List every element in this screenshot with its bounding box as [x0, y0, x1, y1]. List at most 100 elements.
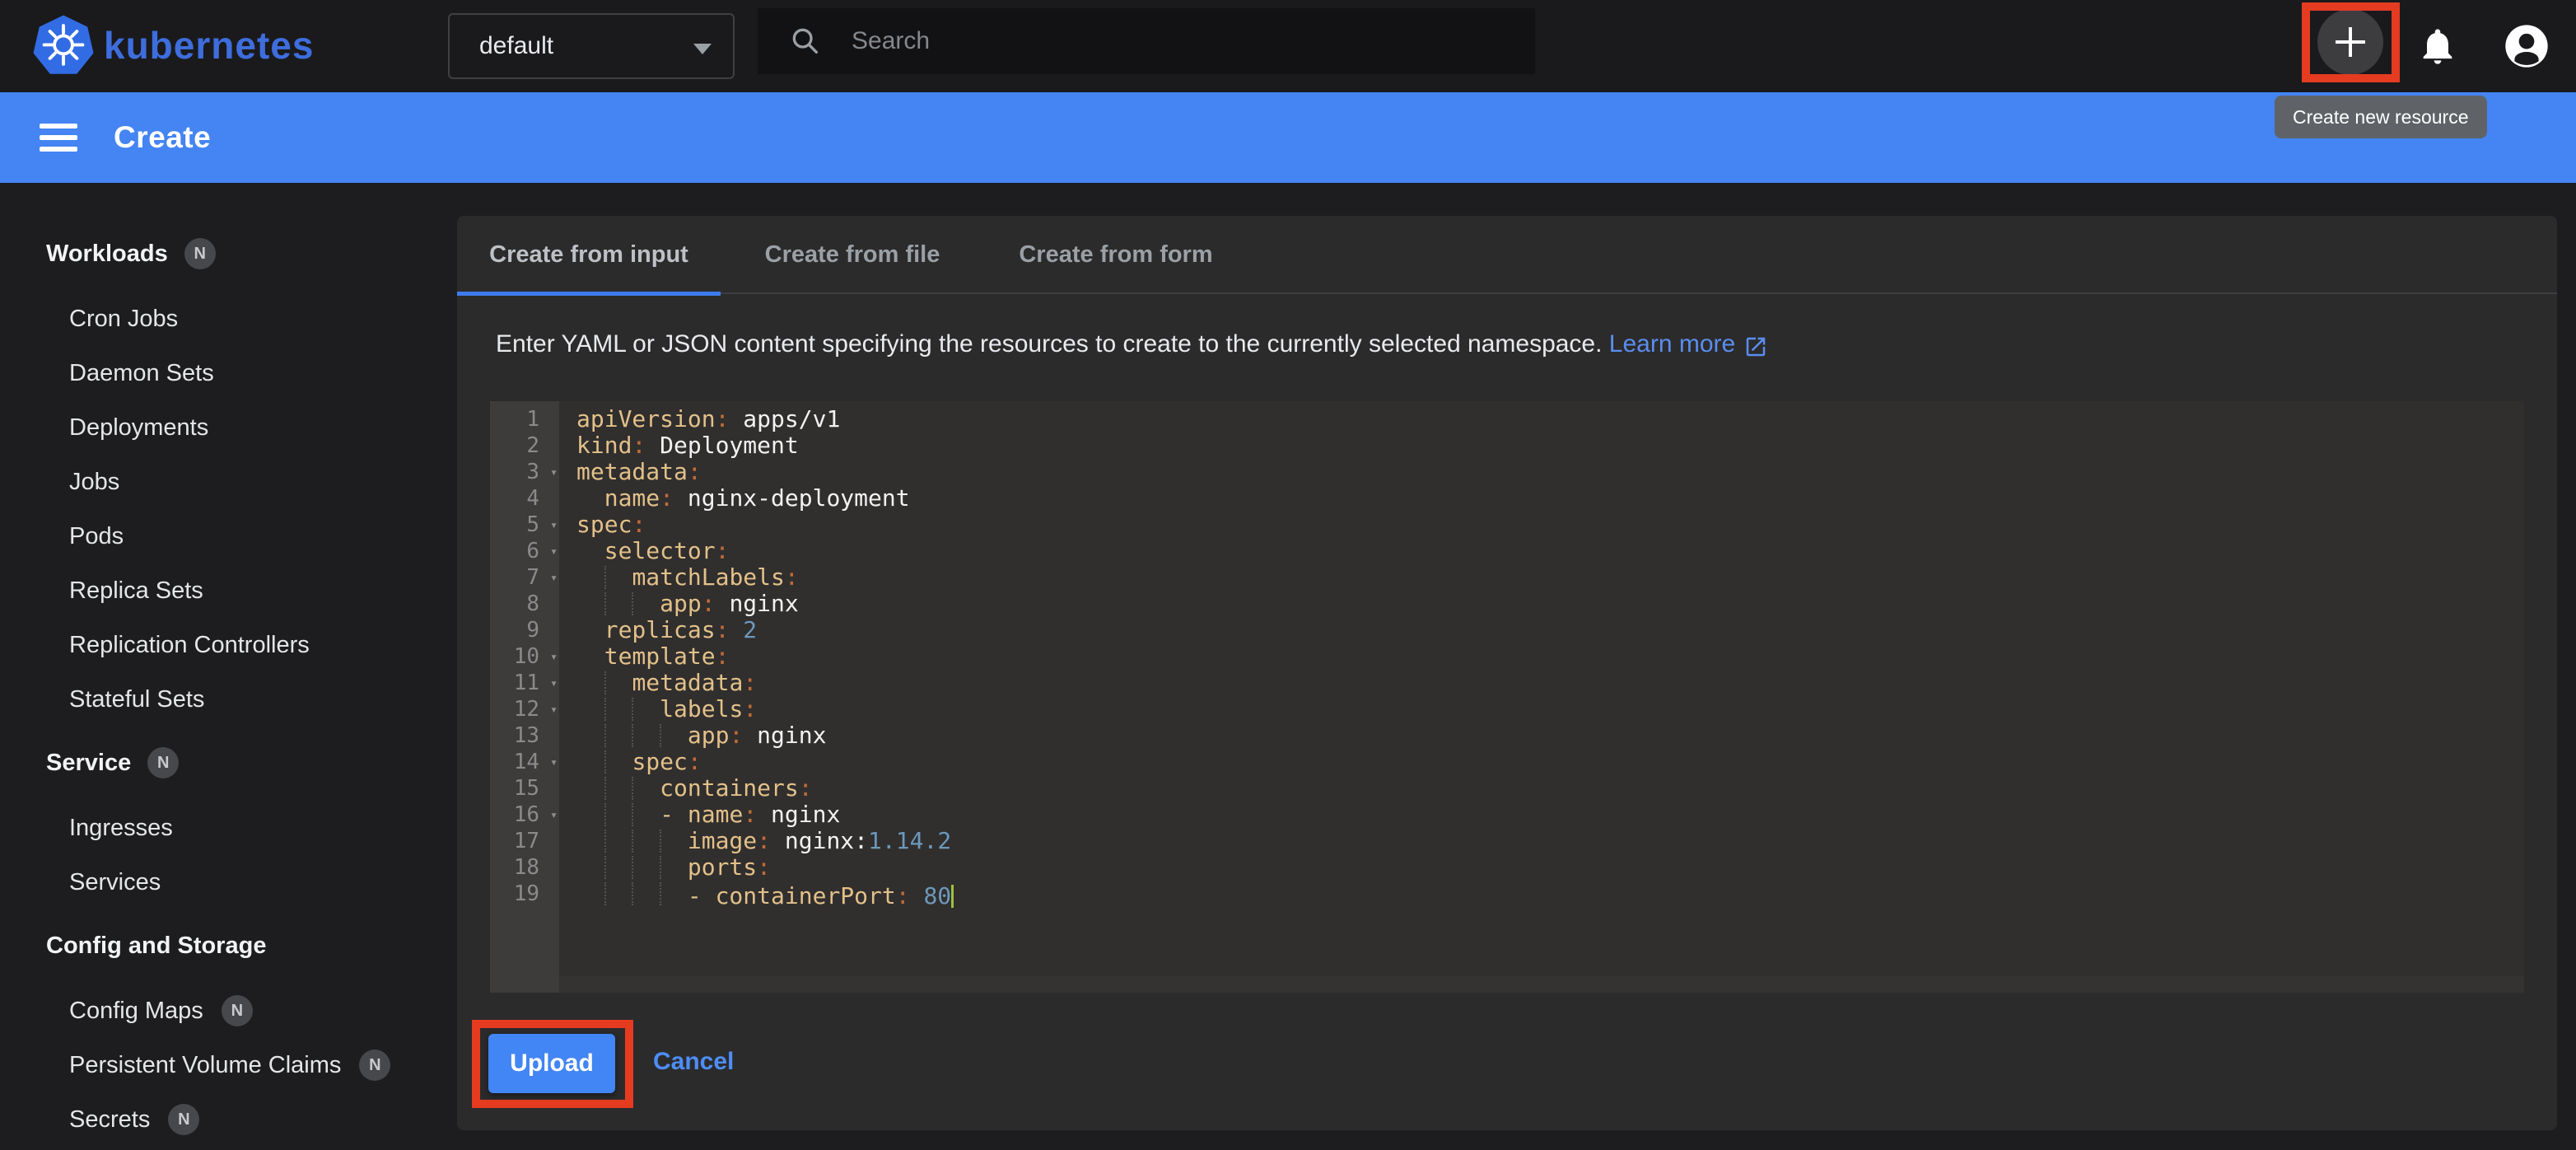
line-number: 19 — [490, 881, 559, 907]
sidebar-group-items: Config MapsN Persistent Volume Claims N Sec… — [0, 984, 457, 1147]
editor-description: Enter YAML or JSON content specifying th… — [496, 330, 1768, 358]
upload-button[interactable]: Upload — [488, 1034, 615, 1093]
indent-guide — [604, 830, 606, 853]
sidebar-item-ingresses[interactable]: Ingresses — [0, 801, 457, 855]
fold-arrow-icon[interactable]: ▾ — [550, 749, 558, 775]
sidebar-item-label: Ingresses — [69, 815, 173, 842]
learn-more-link[interactable]: Learn more — [1609, 330, 1768, 358]
fold-arrow-icon[interactable]: ▾ — [550, 512, 558, 538]
sidebar-item-replication-controllers[interactable]: Replication Controllers — [0, 618, 457, 672]
fold-arrow-icon[interactable]: ▾ — [550, 670, 558, 696]
sidebar-item-label: Pods — [69, 523, 124, 550]
search-bar[interactable] — [758, 8, 1535, 74]
search-input[interactable] — [852, 27, 1477, 55]
sidebar-item-replica-sets[interactable]: Replica Sets — [0, 563, 457, 618]
sidebar-group-items: Ingresses Services — [0, 801, 457, 909]
sidebar-item-daemon-sets[interactable]: Daemon Sets — [0, 346, 457, 400]
editor-line: metadata: — [559, 670, 2524, 696]
indent-guide — [604, 724, 606, 747]
line-number: 5▾ — [490, 512, 559, 538]
sidebar-item-secrets[interactable]: SecretsN — [0, 1092, 457, 1147]
editor-line: name: nginx-deployment — [559, 485, 2524, 512]
sidebar-group-service[interactable]: Service N — [0, 738, 457, 788]
sidebar-item-cron-jobs[interactable]: Cron Jobs — [0, 292, 457, 346]
indent-guide — [660, 830, 661, 853]
new-badge: N — [147, 747, 179, 778]
sidebar-item-pods[interactable]: Pods — [0, 509, 457, 563]
indent-guide — [604, 698, 606, 721]
editor-line: ports: — [559, 854, 2524, 881]
fold-arrow-icon[interactable]: ▾ — [550, 696, 558, 722]
sidebar-group-workloads[interactable]: WorkloadsN — [0, 229, 457, 278]
line-number: 9 — [490, 617, 559, 643]
indent-guide — [632, 698, 633, 721]
editor-line: containers: — [559, 775, 2524, 802]
indent-guide — [632, 592, 633, 615]
editor-line: matchLabels: — [559, 564, 2524, 591]
line-number: 10▾ — [490, 643, 559, 670]
sidebar-group-config-and-storage[interactable]: Config and Storage — [0, 921, 457, 970]
line-number: 7▾ — [490, 564, 559, 591]
bell-icon — [2416, 23, 2459, 69]
brand-wordmark[interactable]: kubernetes — [104, 23, 314, 68]
sidebar-item-label: Daemon Sets — [69, 360, 214, 387]
line-number: 6▾ — [490, 538, 559, 564]
cancel-button[interactable]: Cancel — [653, 1032, 734, 1092]
fold-arrow-icon[interactable]: ▾ — [550, 538, 558, 564]
new-badge: N — [359, 1049, 390, 1081]
line-number: 3▾ — [490, 459, 559, 485]
fold-arrow-icon[interactable]: ▾ — [550, 459, 558, 485]
editor-line: kind: Deployment — [559, 432, 2524, 459]
sidebar-group-label: Service — [46, 750, 131, 777]
fold-arrow-icon[interactable]: ▾ — [550, 564, 558, 591]
sidebar-group-label: Workloads — [46, 241, 168, 268]
editor-code: apiVersion: apps/v1kind: Deploymentmetad… — [559, 401, 2524, 993]
sidebar-item-config-maps[interactable]: Config MapsN — [0, 984, 457, 1038]
namespace-selector[interactable]: default — [448, 13, 735, 79]
indent-guide — [604, 882, 606, 905]
editor-line: template: — [559, 643, 2524, 670]
namespace-value: default — [479, 32, 553, 60]
indent-guide — [632, 830, 633, 853]
account-button[interactable] — [2504, 23, 2550, 73]
menu-icon[interactable] — [40, 124, 77, 152]
sidebar-group-label: Config and Storage — [46, 933, 266, 960]
indent-guide — [660, 882, 661, 905]
tab-create-from-file[interactable]: Create from file — [721, 216, 984, 294]
search-icon — [789, 25, 822, 58]
sidebar-item-stateful-sets[interactable]: Stateful Sets — [0, 672, 457, 727]
yaml-editor[interactable]: 123▾45▾6▾7▾8910▾11▾12▾1314▾1516▾171819 a… — [490, 401, 2524, 993]
line-number: 17 — [490, 828, 559, 854]
fold-arrow-icon[interactable]: ▾ — [550, 802, 558, 828]
tab-create-from-form[interactable]: Create from form — [984, 216, 1248, 294]
kubernetes-logo-icon[interactable] — [31, 13, 96, 79]
sidebar-group-items: Cron Jobs Daemon Sets DeploymentsJobs Pods R… — [0, 292, 457, 727]
line-number: 18 — [490, 854, 559, 881]
page-title: Create — [114, 120, 211, 155]
create-card: Create from inputCreate from fileCreate … — [457, 216, 2557, 1130]
fold-arrow-icon[interactable]: ▾ — [550, 643, 558, 670]
topbar: kubernetes default — [0, 0, 2576, 92]
sidebar-item-label: Stateful Sets — [69, 686, 204, 713]
editor-line: labels: — [559, 696, 2524, 722]
sidebar-item-label: Persistent Volume Claims — [69, 1052, 341, 1079]
sidebar-item-deployments[interactable]: Deployments — [0, 400, 457, 455]
plus-icon — [2331, 22, 2370, 62]
editor-line: selector: — [559, 538, 2524, 564]
sidebar-item-services[interactable]: Services — [0, 855, 457, 909]
indent-guide — [604, 750, 606, 774]
external-link-icon — [1743, 334, 1768, 359]
editor-line: - containerPort: 80 — [559, 881, 2524, 907]
notifications-button[interactable] — [2416, 23, 2459, 73]
tab-create-from-input[interactable]: Create from input — [457, 216, 721, 294]
indent-guide — [604, 566, 606, 589]
editor-horizontal-scrollbar[interactable] — [559, 976, 2524, 993]
create-new-resource-button[interactable] — [2317, 9, 2383, 75]
line-number: 2 — [490, 432, 559, 459]
editor-line: image: nginx:1.14.2 — [559, 828, 2524, 854]
sidebar-item-jobs[interactable]: Jobs — [0, 455, 457, 509]
indent-guide — [632, 777, 633, 800]
sidebar-item-persistent-volume-claims[interactable]: Persistent Volume Claims N — [0, 1038, 457, 1092]
line-number: 12▾ — [490, 696, 559, 722]
indent-guide — [660, 724, 661, 747]
